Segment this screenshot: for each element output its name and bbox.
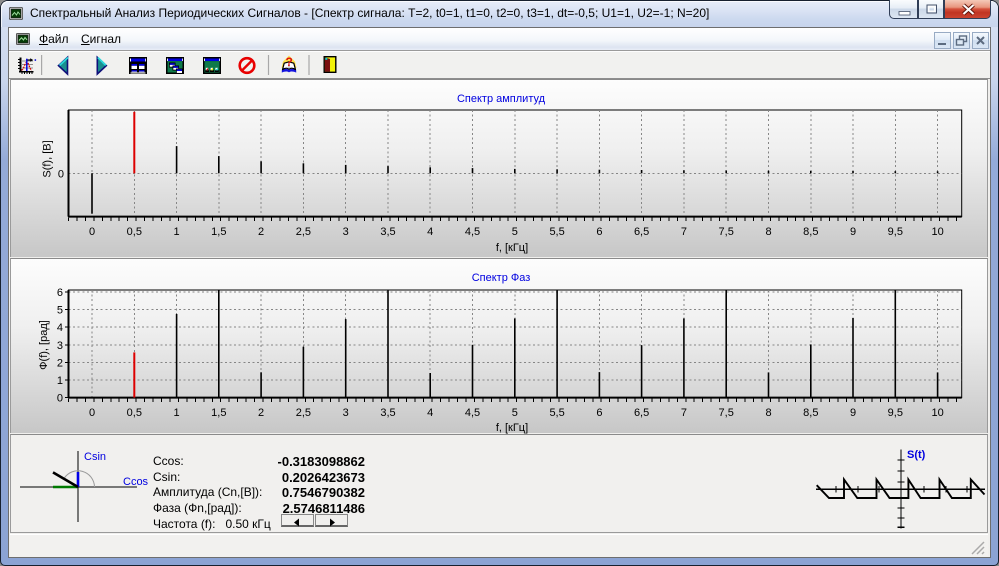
svg-text:5,5: 5,5 [549,226,564,238]
svg-text:4: 4 [427,226,433,238]
svg-text:?: ? [286,55,293,69]
svg-text:1: 1 [174,226,180,238]
svg-text:5,5: 5,5 [549,407,564,419]
svg-text:Спектр амплитуд: Спектр амплитуд [457,93,546,105]
svg-text:7: 7 [681,407,687,419]
svg-text:1,5: 1,5 [211,226,226,238]
svg-text:9,5: 9,5 [888,226,903,238]
svg-text:9: 9 [850,226,856,238]
svg-text:8,5: 8,5 [803,226,818,238]
svg-text:7: 7 [681,226,687,238]
svg-text:2: 2 [258,407,264,419]
svg-text:Ccos: Ccos [123,476,149,488]
svg-text:7,5: 7,5 [719,226,734,238]
svg-text:8: 8 [765,226,771,238]
svg-text:Спектр Фаз: Спектр Фаз [472,272,531,284]
svg-text:2: 2 [57,357,63,369]
svg-text:f, [кГц]: f, [кГц] [496,242,528,254]
svg-text:2,5: 2,5 [296,226,311,238]
svg-text:0: 0 [58,168,64,180]
svg-text:6: 6 [596,226,602,238]
svg-text:8,5: 8,5 [803,407,818,419]
svg-text:6: 6 [57,287,63,299]
svg-text:7,5: 7,5 [719,407,734,419]
svg-text:1,5: 1,5 [211,407,226,419]
svg-text:6,5: 6,5 [634,407,649,419]
svg-text:0,5: 0,5 [127,407,142,419]
svg-text:3: 3 [343,226,349,238]
svg-text:3: 3 [343,407,349,419]
svg-text:0,5: 0,5 [127,226,142,238]
svg-text:S(t): S(t) [907,449,926,461]
svg-text:8: 8 [765,407,771,419]
svg-text:5: 5 [512,407,518,419]
svg-text:9: 9 [850,407,856,419]
svg-text:10: 10 [931,226,943,238]
svg-text:5: 5 [57,305,63,317]
svg-text:0: 0 [89,407,95,419]
svg-text:1: 1 [174,407,180,419]
svg-text:0: 0 [89,226,95,238]
svg-text:2: 2 [258,226,264,238]
svg-text:Ф(f), [рад]: Ф(f), [рад] [38,320,50,370]
svg-text:4: 4 [427,407,433,419]
svg-text:3,5: 3,5 [380,407,395,419]
svg-text:Csin: Csin [84,451,106,463]
svg-text:3,5: 3,5 [380,226,395,238]
svg-text:4,5: 4,5 [465,407,480,419]
svg-text:4,5: 4,5 [465,226,480,238]
svg-text:10: 10 [931,407,943,419]
svg-text:3: 3 [57,340,63,352]
svg-text:9,5: 9,5 [888,407,903,419]
svg-text:6,5: 6,5 [634,226,649,238]
svg-text:2,5: 2,5 [296,407,311,419]
svg-text:S(f), [В]: S(f), [В] [42,140,54,177]
svg-text:1: 1 [57,375,63,387]
svg-text:4: 4 [57,322,63,334]
svg-text:0: 0 [57,393,63,405]
svg-text:6: 6 [596,407,602,419]
svg-text:f, [кГц]: f, [кГц] [496,422,528,434]
svg-text:5: 5 [512,226,518,238]
